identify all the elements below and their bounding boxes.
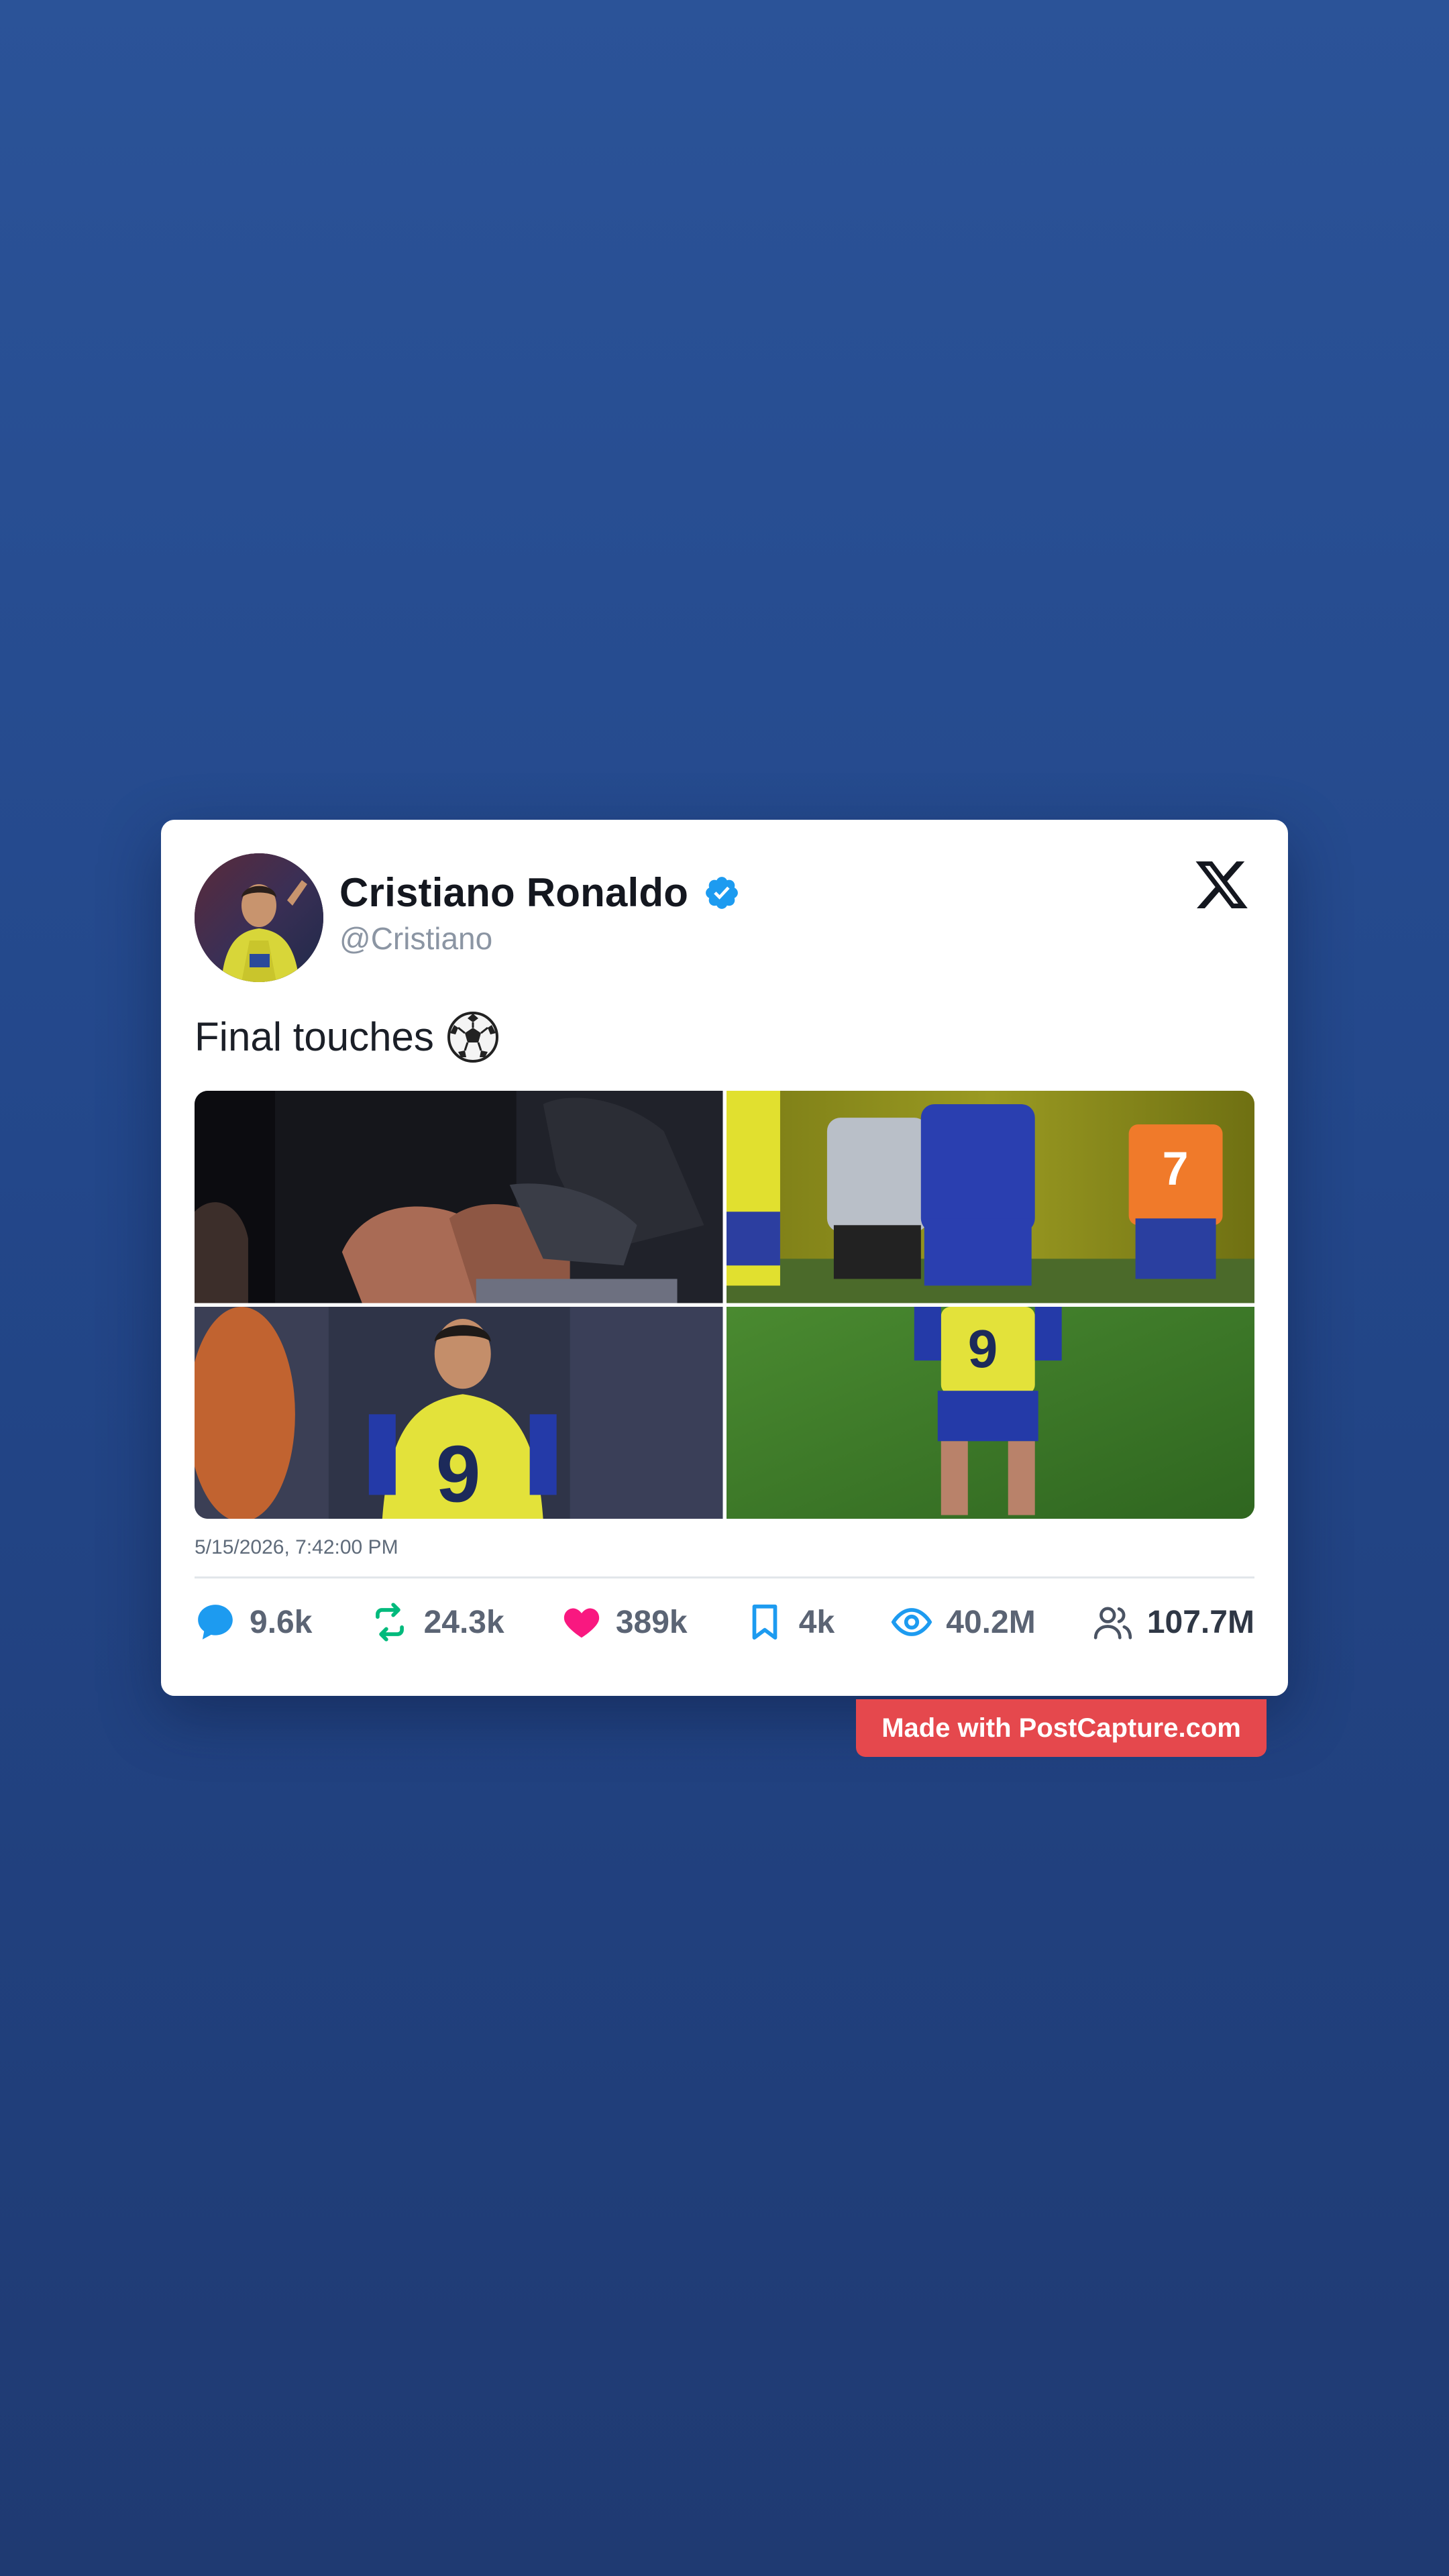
repost-icon [375,1603,404,1642]
repost-count: 24.3k [423,1604,504,1640]
heart-icon [564,1608,599,1638]
views-stat[interactable]: 40.2M [891,1601,1036,1643]
followers-stat[interactable]: 107.7M [1092,1601,1254,1643]
photo-4[interactable]: 9 [726,1306,1254,1519]
divider [195,1576,1254,1578]
photo-3[interactable]: 9 [195,1306,723,1519]
svg-text:7: 7 [1162,1142,1188,1195]
soccer-ball-icon [447,1012,498,1063]
x-logo-icon[interactable] [1191,856,1252,914]
eye-icon [891,1608,932,1636]
views-count: 40.2M [946,1604,1036,1640]
author-name-row: Cristiano Ronaldo [339,869,741,916]
bookmark-icon [752,1604,777,1640]
post-header: Cristiano Ronaldo @Cristiano [195,853,1254,985]
post-text-row: Final touches [195,1010,1254,1064]
stats-bar: 9.6k 24.3k 389k 4k 40.2M 107.7M [195,1601,1254,1643]
svg-text:9: 9 [436,1429,481,1519]
users-icon [1093,1607,1132,1640]
bookmark-count: 4k [798,1604,835,1640]
post-card: Cristiano Ronaldo @Cristiano Final touch… [161,820,1288,1696]
photo-2[interactable]: 7 [726,1091,1254,1303]
post-text: Final touches [195,1014,434,1059]
bookmark-stat[interactable]: 4k [744,1601,835,1643]
repost-stat[interactable]: 24.3k [369,1601,504,1643]
photo-1[interactable] [195,1091,723,1303]
svg-text:9: 9 [967,1319,997,1379]
watermark-badge[interactable]: Made with PostCapture.com [856,1699,1267,1757]
author-handle[interactable]: @Cristiano [339,920,492,957]
reply-icon [198,1605,233,1640]
verified-badge-icon [706,876,739,909]
photo-grid: 7 9 9 [195,1091,1254,1519]
reply-stat[interactable]: 9.6k [195,1601,312,1643]
like-stat[interactable]: 389k [561,1601,688,1643]
followers-count: 107.7M [1146,1604,1254,1640]
post-timestamp: 5/15/2026, 7:42:00 PM [195,1536,398,1558]
like-count: 389k [615,1604,688,1640]
author-name[interactable]: Cristiano Ronaldo [339,869,688,916]
reply-count: 9.6k [250,1604,313,1640]
author-avatar[interactable] [195,853,323,982]
